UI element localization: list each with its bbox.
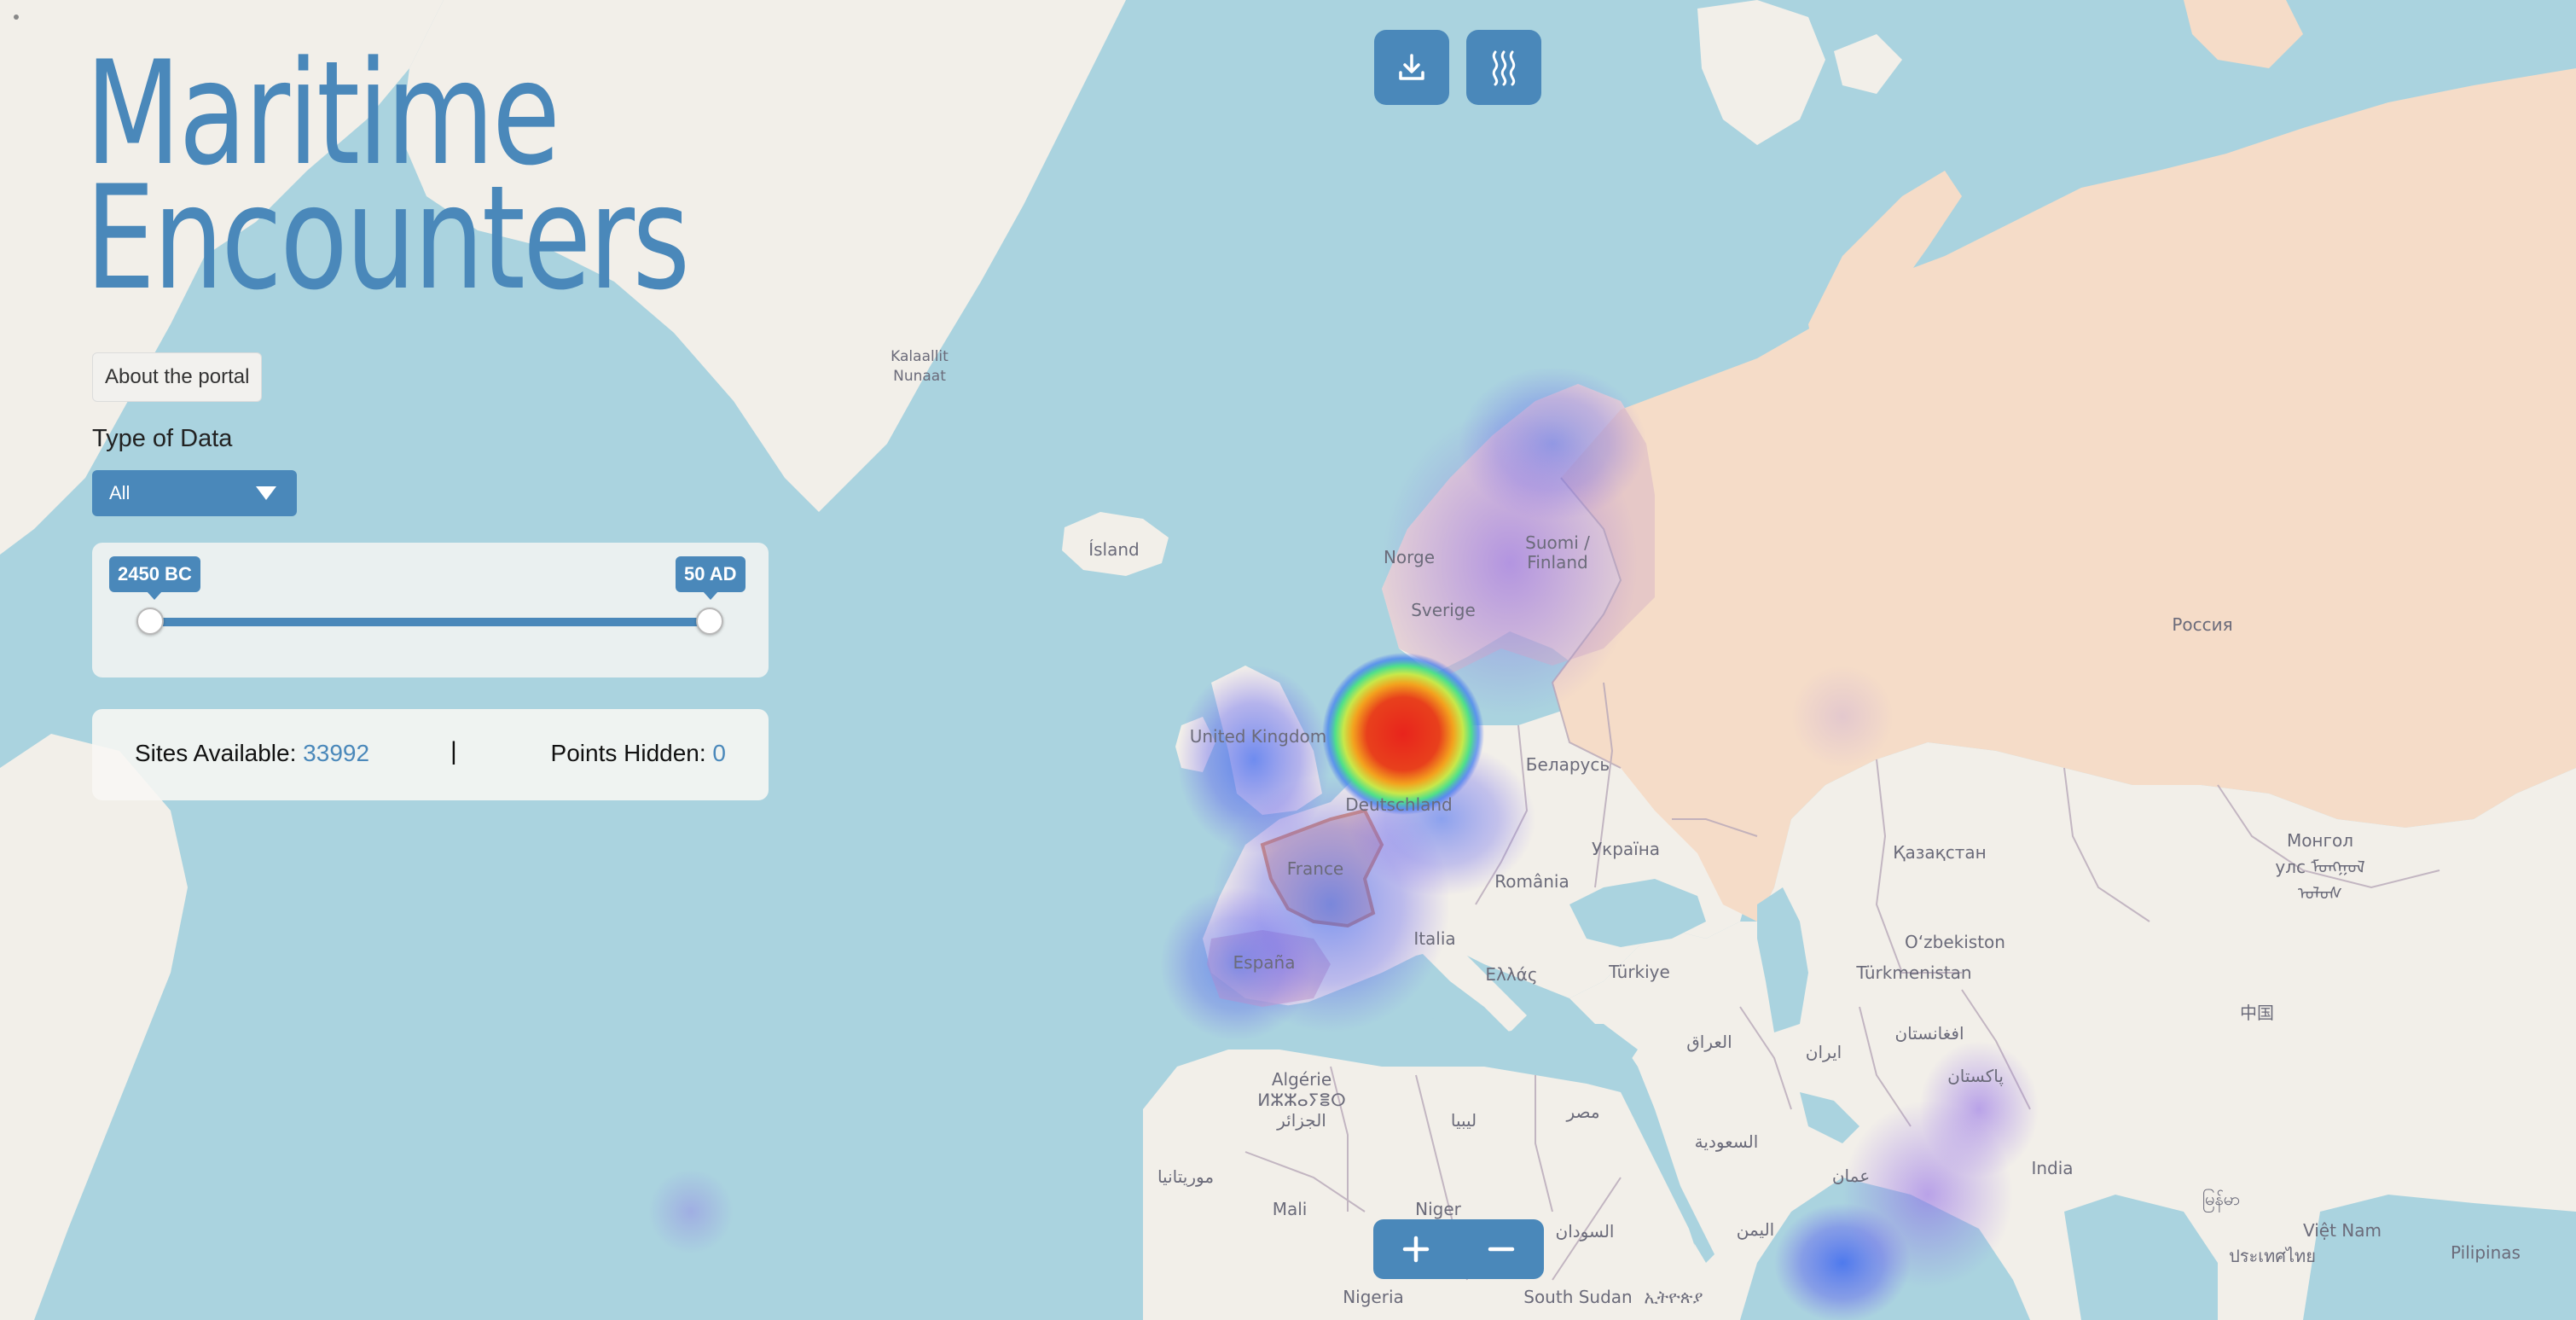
label-sweden: Sverige bbox=[1411, 600, 1476, 620]
label-afghanistan: افغانستان bbox=[1894, 1023, 1964, 1044]
label-spain: España bbox=[1233, 952, 1296, 973]
label-libya: ليبيا bbox=[1451, 1110, 1477, 1131]
label-russia: Россия bbox=[2172, 614, 2232, 635]
label-niger: Niger bbox=[1415, 1199, 1462, 1219]
label-romania: România bbox=[1494, 871, 1569, 892]
points-hidden-count: 0 bbox=[712, 740, 726, 766]
plus-icon bbox=[1402, 1236, 1430, 1263]
stats-panel: Sites Available: 33992 | Points Hidden: … bbox=[92, 709, 769, 800]
label-myanmar: မြန်မာ bbox=[2202, 1189, 2241, 1212]
label-pakistan: پاکستان bbox=[1947, 1066, 2004, 1087]
label-algeria-3: الجزائر bbox=[1276, 1110, 1326, 1131]
label-italy: Italia bbox=[1413, 928, 1455, 949]
sites-available-count: 33992 bbox=[303, 740, 370, 766]
label-greece: Ελλάς bbox=[1485, 964, 1537, 985]
slider-end-handle[interactable] bbox=[696, 608, 723, 635]
label-uzbekistan: O‘zbekiston bbox=[1905, 932, 2005, 952]
download-button[interactable] bbox=[1374, 30, 1449, 105]
label-oman: عمان bbox=[1832, 1166, 1870, 1186]
label-south-sudan: South Sudan bbox=[1523, 1287, 1632, 1307]
page-title: Maritime Encounters bbox=[85, 42, 690, 310]
label-saudi: السعودية bbox=[1695, 1131, 1759, 1152]
stats-separator: | bbox=[450, 737, 457, 765]
label-turkey: Türkiye bbox=[1608, 962, 1670, 982]
label-vietnam: Việt Nam bbox=[2303, 1220, 2382, 1241]
label-kazakhstan: Қазақстан bbox=[1893, 842, 1986, 863]
title-line-2: Encounters bbox=[85, 154, 690, 322]
heatmap-toggle-button[interactable] bbox=[1466, 30, 1541, 105]
label-norway: Norge bbox=[1384, 547, 1435, 567]
label-finland-1: Suomi / bbox=[1525, 532, 1590, 553]
label-ethiopia: ኢትዮጵያ bbox=[1645, 1287, 1703, 1307]
corner-dot bbox=[14, 15, 19, 20]
zoom-in-button[interactable] bbox=[1373, 1219, 1459, 1279]
label-greenland-2: Nunaat bbox=[893, 368, 946, 385]
heat-waves-icon bbox=[1492, 50, 1516, 86]
sites-available: Sites Available: 33992 bbox=[135, 740, 369, 767]
label-iraq: العراق bbox=[1686, 1032, 1732, 1052]
label-mongolia-1: Монгол bbox=[2287, 830, 2353, 851]
label-turkmenistan: Türkmenistan bbox=[1855, 962, 1971, 983]
label-yemen: اليمن bbox=[1737, 1219, 1774, 1240]
label-mauritania: موريتانيا bbox=[1157, 1166, 1214, 1187]
download-icon bbox=[1399, 54, 1424, 80]
label-france: France bbox=[1287, 858, 1344, 879]
label-mali: Mali bbox=[1273, 1199, 1308, 1219]
sites-available-label: Sites Available: bbox=[135, 740, 297, 766]
label-algeria-1: Algérie bbox=[1272, 1069, 1332, 1090]
label-belarus: Беларусь bbox=[1526, 754, 1610, 775]
label-ukraine: Україна bbox=[1592, 839, 1660, 859]
label-sudan: السودان bbox=[1556, 1221, 1615, 1241]
label-india: India bbox=[2031, 1158, 2073, 1178]
type-of-data-label: Type of Data bbox=[92, 425, 233, 452]
label-thailand: ประเทศไทย bbox=[2229, 1246, 2316, 1266]
label-germany: Deutschland bbox=[1345, 794, 1453, 815]
label-iceland: Ísland bbox=[1088, 539, 1140, 560]
about-portal-button[interactable]: About the portal bbox=[92, 352, 263, 402]
label-china: 中国 bbox=[2240, 1003, 2274, 1023]
points-hidden-label: Points Hidden: bbox=[550, 740, 706, 766]
label-finland-2: Finland bbox=[1527, 552, 1587, 573]
type-selected-value: All bbox=[109, 482, 131, 503]
minus-icon bbox=[1488, 1247, 1515, 1252]
points-hidden: Points Hidden: 0 bbox=[551, 740, 726, 767]
slider-start-handle[interactable] bbox=[136, 608, 164, 635]
label-greenland-1: Kalaallit bbox=[891, 348, 949, 365]
zoom-out-button[interactable] bbox=[1459, 1219, 1544, 1279]
label-philippines: Pilipinas bbox=[2451, 1242, 2521, 1263]
label-algeria-2: ⵍⵣⵣⴰⵢⴻⵔ bbox=[1257, 1090, 1345, 1110]
slider-track[interactable] bbox=[152, 618, 717, 626]
end-date-tooltip: 50 AD bbox=[676, 556, 746, 600]
type-of-data-select[interactable]: All bbox=[92, 470, 297, 516]
label-mongolia-3: ᠤᠯᠤᠰ bbox=[2298, 883, 2342, 904]
time-range-slider[interactable]: 2450 BC 50 AD bbox=[92, 543, 769, 677]
label-mongolia-2: улс ᠮᠣᠩᠭᠣᠯ bbox=[2275, 857, 2364, 877]
label-egypt: مصر bbox=[1565, 1102, 1599, 1122]
zoom-control bbox=[1373, 1219, 1544, 1279]
start-date-tooltip: 2450 BC bbox=[109, 556, 200, 600]
label-uk: United Kingdom bbox=[1190, 726, 1327, 747]
dropdown-arrow-icon bbox=[256, 486, 276, 500]
label-iran: ایران bbox=[1806, 1042, 1842, 1062]
label-nigeria: Nigeria bbox=[1343, 1287, 1404, 1307]
